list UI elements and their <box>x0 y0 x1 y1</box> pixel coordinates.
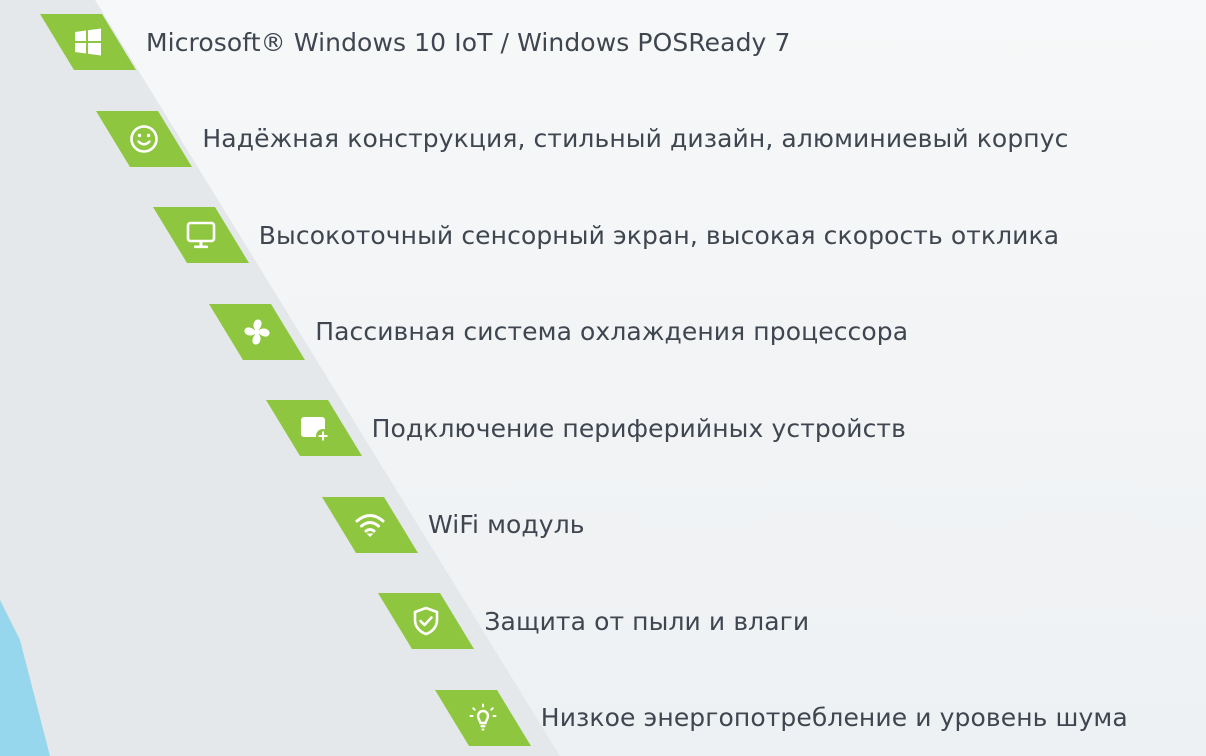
icon-badge <box>378 593 475 649</box>
feature-label: Защита от пыли и влаги <box>484 606 810 636</box>
icon-badge <box>209 303 306 360</box>
feature-label: Подключение периферийных устройств <box>371 413 906 443</box>
wifi-icon <box>355 513 385 537</box>
feature-item-wifi: WiFi модуль <box>322 496 585 553</box>
fan-icon <box>244 318 270 345</box>
lightbulb-icon <box>469 703 497 730</box>
feature-item-touchscreen: Высокоточный сенсорный экран, высокая ск… <box>152 207 1060 263</box>
monitor-icon <box>186 221 216 249</box>
add-device-icon <box>300 417 330 443</box>
shield-check-icon <box>414 606 439 636</box>
feature-label: Надёжная конструкция, стильный дизайн, а… <box>202 124 1069 153</box>
feature-label: Высокоточный сенсорный экран, высокая ск… <box>258 220 1060 250</box>
icon-badge <box>152 207 249 263</box>
icon-badge <box>96 110 193 167</box>
feature-item-protection: Защита от пыли и влаги <box>378 593 809 649</box>
icon-badge <box>434 689 531 746</box>
icon-badge <box>40 14 136 70</box>
icon-badge <box>322 496 418 553</box>
feature-item-peripherals: Подключение периферийных устройств <box>265 400 906 456</box>
feature-label: WiFi модуль <box>428 510 585 539</box>
smiley-icon <box>130 124 159 153</box>
feature-item-energy: Низкое энергопотребление и уровень шума <box>434 689 1128 746</box>
feature-label: Пассивная система охлаждения процессора <box>315 317 909 346</box>
feature-item-design: Надёжная конструкция, стильный дизайн, а… <box>96 110 1069 167</box>
feature-item-cooling: Пассивная система охлаждения процессора <box>209 303 909 360</box>
windows-logo-icon <box>75 28 101 56</box>
feature-label: Низкое энергопотребление и уровень шума <box>540 703 1128 732</box>
feature-item-windows: Microsoft® Windows 10 IoT / Windows POSR… <box>40 14 791 70</box>
feature-label: Microsoft® Windows 10 IoT / Windows POSR… <box>146 27 791 57</box>
icon-badge <box>265 400 362 456</box>
